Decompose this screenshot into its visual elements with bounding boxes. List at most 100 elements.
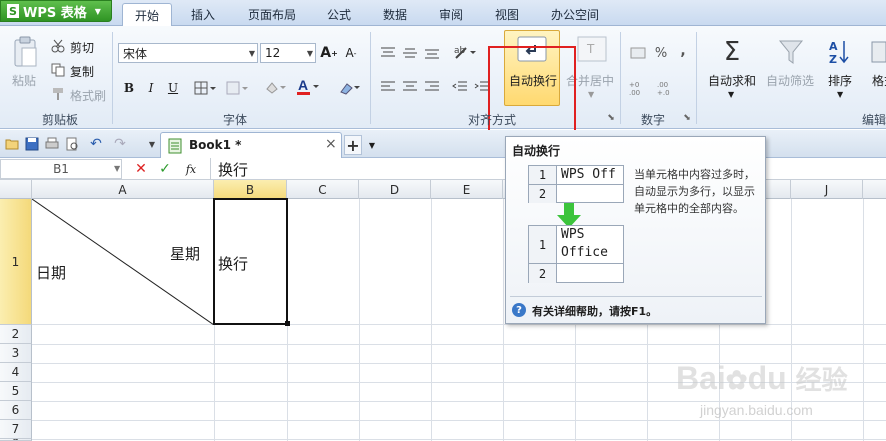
column-header[interactable]: A <box>32 180 214 199</box>
font-size-select[interactable]: 12 ▼ <box>260 43 316 63</box>
borders-icon[interactable] <box>192 78 218 98</box>
save-icon[interactable] <box>24 136 40 152</box>
percent-button[interactable]: % <box>652 44 670 62</box>
fill-handle[interactable] <box>285 321 290 326</box>
fill-color-icon[interactable] <box>262 78 288 98</box>
shrink-font-icon[interactable]: A- <box>342 43 360 63</box>
tab-formulas[interactable]: 公式 <box>316 3 362 26</box>
new-tab-button[interactable]: + <box>344 135 362 155</box>
chevron-down-icon: ▼ <box>588 90 595 99</box>
grid-line <box>503 199 504 441</box>
customize-toolbar-icon[interactable]: ▼ <box>146 138 158 150</box>
column-header[interactable]: C <box>287 180 359 199</box>
select-all-corner[interactable] <box>0 180 32 199</box>
grow-font-icon[interactable]: A + <box>320 43 338 63</box>
svg-text:A: A <box>298 77 308 93</box>
row-header[interactable]: 6 <box>0 401 32 420</box>
align-center-icon[interactable] <box>400 78 420 96</box>
sort-icon[interactable]: AZ <box>826 36 852 68</box>
increase-decimal-icon[interactable]: +0.00 <box>628 78 650 98</box>
tab-page-layout[interactable]: 页面布局 <box>236 3 308 26</box>
format-icon[interactable] <box>870 36 886 68</box>
print-preview-icon[interactable] <box>64 136 80 152</box>
align-left-icon[interactable] <box>378 78 398 96</box>
undo-icon[interactable]: ↶ <box>88 136 104 152</box>
divider <box>370 32 371 124</box>
align-middle-icon[interactable] <box>400 44 420 62</box>
autosum-button[interactable]: 自动求和 <box>708 72 756 89</box>
row-header[interactable]: 3 <box>0 344 32 363</box>
paste-button[interactable]: 粘贴 <box>12 72 36 89</box>
cell-a1-header-bottom[interactable]: 日期 <box>36 262 66 283</box>
tab-home[interactable]: 开始 <box>122 3 172 27</box>
open-folder-icon[interactable] <box>4 136 20 152</box>
row-header[interactable]: 1 <box>0 199 32 325</box>
example-cell-value: WPS Off <box>561 167 616 182</box>
confirm-icon[interactable]: ✓ <box>156 160 174 178</box>
row-header[interactable]: 2 <box>0 325 32 344</box>
row-header[interactable]: 5 <box>0 382 32 401</box>
font-name-value: 宋体 <box>123 46 148 61</box>
merge-cells-icon[interactable] <box>224 78 250 98</box>
comma-button[interactable]: , <box>674 42 692 60</box>
row-header[interactable]: 7 <box>0 420 32 439</box>
decrease-indent-icon[interactable] <box>450 78 470 96</box>
font-name-select[interactable]: 宋体 ▼ <box>118 43 258 63</box>
text-direction-icon[interactable]: ab <box>450 42 480 64</box>
align-top-icon[interactable] <box>378 44 398 62</box>
column-header[interactable] <box>863 180 886 199</box>
merge-center-icon[interactable]: T <box>576 34 608 64</box>
row-header[interactable]: 4 <box>0 363 32 382</box>
align-right-icon[interactable] <box>422 78 442 96</box>
bold-button[interactable]: B <box>120 78 138 98</box>
decrease-decimal-icon[interactable]: .00 +.0 <box>656 78 678 98</box>
dialog-launcher-icon[interactable]: ⬊ <box>682 113 692 123</box>
grid-line <box>863 199 864 441</box>
document-tab[interactable]: Book1 * × <box>160 132 342 158</box>
copy-button[interactable]: 复制 <box>70 63 94 80</box>
column-header[interactable]: D <box>359 180 431 199</box>
filter-icon[interactable] <box>776 36 806 68</box>
paste-icon[interactable] <box>10 34 40 70</box>
tab-office-space[interactable]: 办公空间 <box>540 3 610 26</box>
cancel-icon[interactable]: ✕ <box>132 160 150 178</box>
tab-insert[interactable]: 插入 <box>180 3 226 26</box>
selected-cell-b1[interactable]: 换行 <box>213 198 290 326</box>
app-menu-button[interactable]: S WPS 表格 ▼ <box>0 0 112 22</box>
chevron-down-icon[interactable]: ▼ <box>114 164 120 173</box>
font-color-icon[interactable]: A <box>294 76 322 98</box>
ribbon: 粘贴 剪切 复制 格式刷 剪贴板 宋体 ▼ 12 ▼ A + A- B I U A 字… <box>0 26 886 149</box>
sort-button[interactable]: 排序 <box>828 72 852 89</box>
column-header[interactable]: E <box>431 180 503 199</box>
tab-review[interactable]: 审阅 <box>428 3 474 26</box>
sigma-icon[interactable]: Σ <box>718 36 746 68</box>
divider <box>557 184 623 185</box>
autofilter-button[interactable]: 自动筛选 <box>766 72 814 89</box>
underline-button[interactable]: U <box>164 78 182 98</box>
formula-input[interactable]: 换行 <box>218 159 248 180</box>
dialog-launcher-icon[interactable]: ⬊ <box>606 113 616 123</box>
chevron-down-icon[interactable]: ▼ <box>366 138 378 152</box>
redo-icon[interactable]: ↷ <box>112 136 128 152</box>
divider <box>696 32 697 124</box>
name-box[interactable]: B1 <box>0 159 122 179</box>
example-row-number: 1 <box>529 226 557 264</box>
format-button[interactable]: 格式 <box>872 72 886 89</box>
cut-button[interactable]: 剪切 <box>70 39 94 56</box>
clear-format-icon[interactable] <box>336 78 362 98</box>
close-tab-icon[interactable]: × <box>325 136 337 152</box>
document-tab-name: Book1 * <box>189 138 242 152</box>
tab-view[interactable]: 视图 <box>484 3 530 26</box>
print-icon[interactable] <box>44 136 60 152</box>
tab-data[interactable]: 数据 <box>372 3 418 26</box>
align-bottom-icon[interactable] <box>422 44 442 62</box>
cell-a1-header-top[interactable]: 星期 <box>170 243 200 264</box>
column-header[interactable]: B <box>214 180 287 199</box>
italic-button[interactable]: I <box>142 78 160 98</box>
insert-function-icon[interactable]: fx <box>180 160 202 178</box>
chevron-down-icon: ▼ <box>94 6 101 16</box>
currency-icon[interactable] <box>628 44 650 62</box>
column-header[interactable]: J <box>791 180 863 199</box>
format-painter-button[interactable]: 格式刷 <box>70 87 106 104</box>
grid-line <box>431 199 432 441</box>
